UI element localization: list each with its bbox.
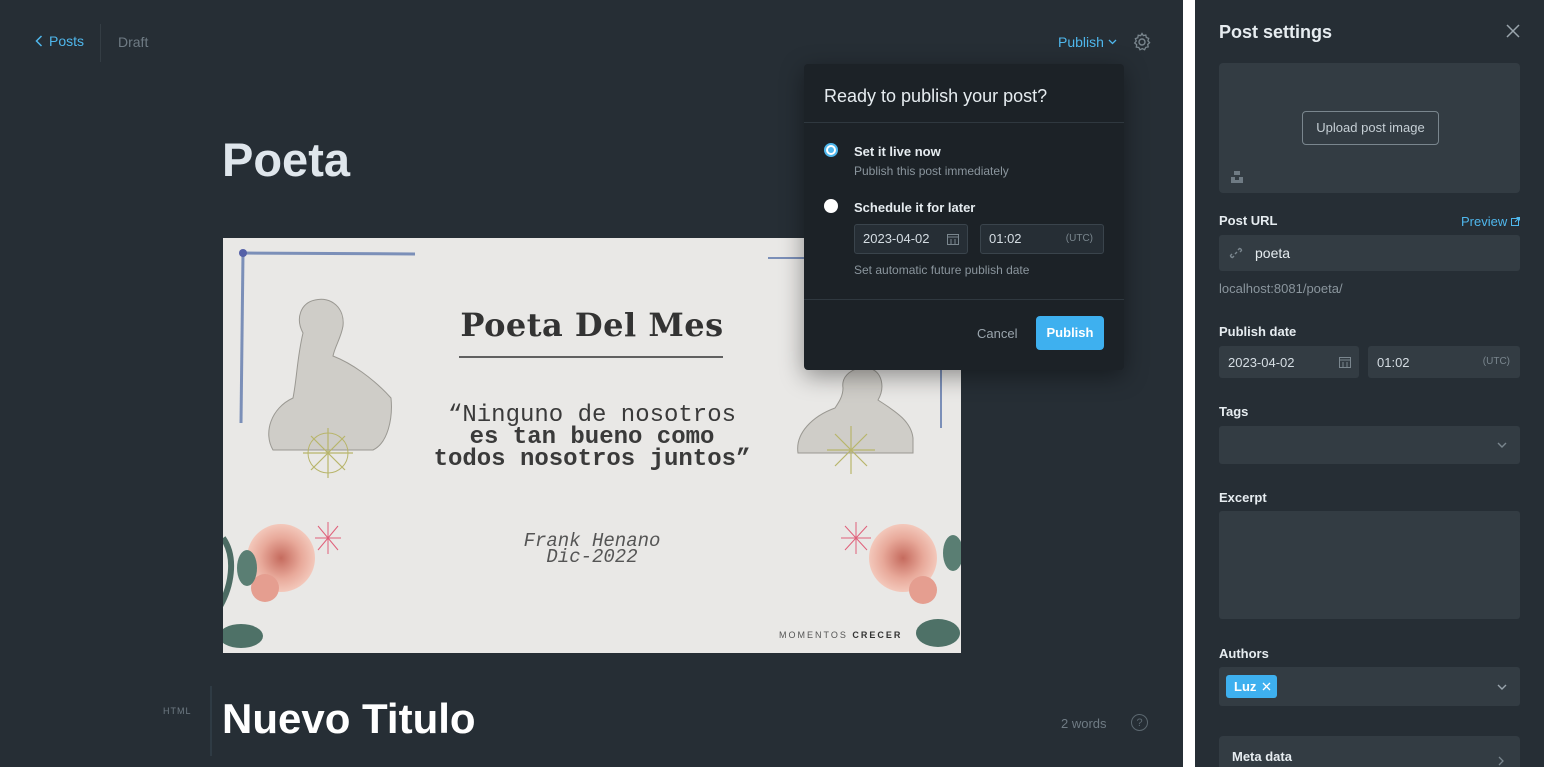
publish-date-value: 2023-04-02 [1228,355,1295,370]
set-live-now-radio[interactable] [824,143,838,157]
set-live-now-description: Publish this post immediately [854,164,1009,178]
post-url-input[interactable]: poeta [1219,235,1520,271]
schedule-hint: Set automatic future publish date [854,263,1030,277]
author-date: Dic-2022 [546,546,638,568]
editor-area: Posts Draft Publish Poeta Poeta Del Mes … [0,0,1183,767]
popover-divider [804,122,1124,123]
post-settings-panel: Post settings Upload post image Post URL… [1195,0,1544,767]
external-link-icon [1510,217,1520,226]
feature-author: Frank Henano Dic-2022 [223,532,961,568]
chevron-down-icon [1497,684,1507,690]
authors-input[interactable]: Luz [1219,667,1520,706]
author-name: Luz [1234,679,1257,694]
feature-quote: “Ninguno de nosotros es tan bueno como t… [223,404,961,473]
chevron-down-icon [1108,39,1117,45]
card-indicator [210,686,212,756]
word-count: 2 words [1061,716,1107,731]
back-label: Posts [49,33,85,49]
preview-label: Preview [1461,214,1508,229]
author-chip[interactable]: Luz [1226,675,1278,698]
post-image-dropzone[interactable]: Upload post image [1219,63,1520,193]
unsplash-icon[interactable] [1230,170,1244,184]
publish-time-value: 01:02 [1377,355,1410,370]
calendar-icon[interactable] [1339,356,1351,368]
quote-line: todos nosotros juntos” [433,446,751,473]
link-icon [1229,247,1243,259]
schedule-date-input[interactable]: 2023-04-02 [854,224,968,254]
excerpt-label: Excerpt [1219,490,1267,505]
authors-label: Authors [1219,646,1269,661]
schedule-time-value: 01:02 [989,231,1022,246]
timezone-label: (UTC) [1482,356,1510,367]
schedule-later-radio[interactable] [824,199,838,213]
post-status: Draft [118,34,149,50]
post-url-label: Post URL [1219,213,1278,228]
publish-date-input[interactable]: 2023-04-02 [1219,346,1359,378]
gear-icon[interactable] [1132,32,1152,52]
header-divider [100,24,101,62]
excerpt-textarea[interactable] [1219,511,1520,619]
publish-menu-trigger[interactable]: Publish [1058,34,1117,50]
close-icon[interactable] [1505,23,1521,39]
chevron-left-icon [35,35,43,47]
cancel-button[interactable]: Cancel [977,326,1017,341]
remove-icon[interactable] [1262,682,1271,691]
tags-input[interactable] [1219,426,1520,464]
tags-label: Tags [1219,404,1249,419]
meta-data-section[interactable]: Meta data [1219,736,1520,767]
calendar-icon[interactable] [947,233,959,245]
chevron-right-icon [1498,756,1504,766]
question-icon[interactable]: ? [1131,714,1148,731]
back-to-posts-link[interactable]: Posts [35,33,84,49]
timezone-label: (UTC) [1065,233,1093,244]
brand-light: MOMENTOS [779,630,848,640]
card-type-label: HTML [163,706,192,716]
feature-brand: MOMENTOS CRECER [779,630,902,640]
upload-image-button[interactable]: Upload post image [1302,111,1439,145]
url-hint: localhost:8081/poeta/ [1219,281,1343,296]
schedule-time-input[interactable]: 01:02 (UTC) [980,224,1104,254]
publish-menu-label: Publish [1058,34,1104,50]
publish-button[interactable]: Publish [1036,316,1104,350]
chevron-down-icon [1497,442,1507,448]
panel-title: Post settings [1219,22,1333,42]
slug-value: poeta [1255,245,1291,261]
publish-popover: Ready to publish your post? Set it live … [804,64,1124,370]
panel-separator [1183,0,1195,767]
publish-date-label: Publish date [1219,324,1297,339]
post-title[interactable]: Poeta [222,132,350,187]
popover-divider [804,299,1124,300]
popover-title: Ready to publish your post? [824,86,1048,106]
brand-bold: CRECER [852,630,903,640]
html-card-content[interactable]: Nuevo Titulo [222,695,476,743]
set-live-now-label[interactable]: Set it live now [854,144,941,159]
schedule-date-value: 2023-04-02 [863,231,930,246]
schedule-later-label[interactable]: Schedule it for later [854,200,975,215]
meta-data-label: Meta data [1232,749,1292,764]
publish-time-input[interactable]: 01:02 (UTC) [1368,346,1520,378]
preview-link[interactable]: Preview [1461,214,1520,229]
